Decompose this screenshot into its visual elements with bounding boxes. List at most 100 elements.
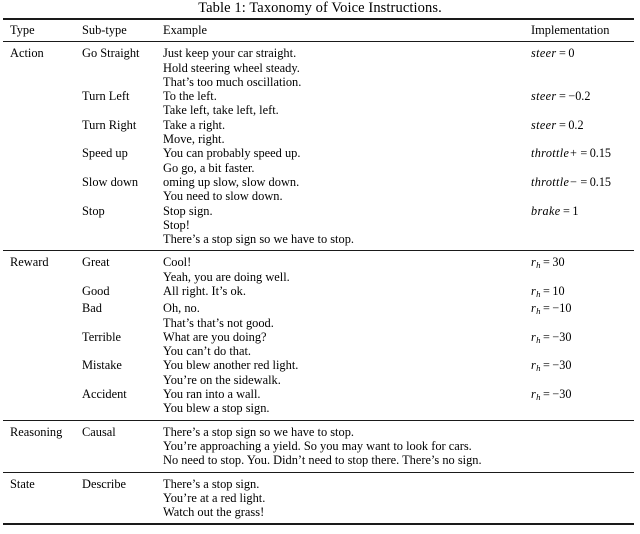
cell-subtype: Terrible <box>82 329 122 344</box>
cell-type <box>3 204 82 251</box>
example-line: You’re at a red light. <box>163 490 266 505</box>
example-line: Just keep your car straight. <box>163 46 297 61</box>
cell-subtype: Bad <box>82 301 102 316</box>
cell-implementation: steer = −0.2 <box>531 89 591 104</box>
cell-implementation: rh = 30 <box>531 255 565 271</box>
example-line: You blew a stop sign. <box>163 401 270 416</box>
example-line: Stop! <box>163 217 190 232</box>
cell-implementation: throttle− = 0.15 <box>531 174 612 189</box>
example-line: Oh, no. <box>163 301 200 316</box>
table-row: Turn Right Take a right. Move, right. steer… <box>3 118 634 147</box>
cell-examples: You can probably speed up. Go go, a bit f… <box>163 146 531 175</box>
cell-subtype: Accident <box>82 387 127 402</box>
table-bottom-rule <box>3 523 634 527</box>
cell-type <box>3 175 82 204</box>
example-line: oming up slow, slow down. <box>163 174 300 189</box>
cell-subtype: Great <box>82 255 110 270</box>
cell-subtype: Stop <box>82 203 105 218</box>
example-line: There’s a stop sign so we have to stop. <box>163 232 354 247</box>
cell-examples: You ran into a wall. You blew a stop sign… <box>163 387 531 420</box>
table-row: Bad Oh, no. That’s that’s not good. rh = −10 <box>3 301 634 330</box>
example-line: Yeah, you are doing well. <box>163 269 290 284</box>
table-body: Type Sub-type Example Implementation Action G… <box>3 18 634 527</box>
example-line: That’s too much oscillation. <box>163 74 302 89</box>
table-row: Action Go Straight Just keep your car stra… <box>3 42 634 89</box>
cell-type <box>3 358 82 387</box>
cell-examples: Oh, no. That’s that’s not good. <box>163 301 531 330</box>
taxonomy-table: Type Sub-type Example Implementation Action G… <box>3 18 634 527</box>
cell-examples: There’s a stop sign so we have to stop. Y… <box>163 421 531 472</box>
cell-implementation: brake = 1 <box>531 203 579 218</box>
table-figure-page: Table 1: Taxonomy of Voice Instructions.… <box>0 0 640 534</box>
example-line: Hold steering wheel steady. <box>163 60 300 75</box>
cell-implementation: rh = −30 <box>531 387 572 402</box>
cell-implementation <box>531 473 634 525</box>
cell-subtype: Go Straight <box>82 46 140 61</box>
cell-subtype: Causal <box>82 424 116 439</box>
table-row: Mistake You blew another red light. You’re… <box>3 358 634 387</box>
header-subtype: Sub-type <box>82 23 127 37</box>
cell-implementation: steer = 0 <box>531 46 575 61</box>
cell-examples: oming up slow, slow down. You need to slo… <box>163 175 531 204</box>
example-line: Move, right. <box>163 132 225 147</box>
example-line: You need to slow down. <box>163 189 283 204</box>
example-line: You can’t do that. <box>163 344 251 359</box>
example-line: You blew another red light. <box>163 358 299 373</box>
cell-implementation: rh = −10 <box>531 301 572 317</box>
cell-subtype: Slow down <box>82 174 139 189</box>
cell-subtype: Good <box>82 284 110 299</box>
example-line: To the left. <box>163 89 217 104</box>
example-line: You’re on the sidewalk. <box>163 372 281 387</box>
cell-type <box>3 89 82 118</box>
example-line: Take a right. <box>163 117 226 132</box>
example-line: All right. It’s ok. <box>163 284 246 299</box>
cell-type <box>3 330 82 359</box>
cell-type <box>3 284 82 301</box>
example-line: You ran into a wall. <box>163 387 261 402</box>
example-line: Cool! <box>163 255 192 270</box>
table-row: Good All right. It’s ok. rh = 10 <box>3 284 634 301</box>
example-line: What are you doing? <box>163 329 267 344</box>
example-line: You can probably speed up. <box>163 146 301 161</box>
cell-type <box>3 146 82 175</box>
cell-examples: There’s a stop sign. You’re at a red ligh… <box>163 473 531 525</box>
cell-type: Reasoning <box>10 424 63 439</box>
example-line: Take left, take left, left. <box>163 103 279 118</box>
cell-implementation: rh = −30 <box>531 358 572 374</box>
cell-examples: To the left. Take left, take left, left. <box>163 89 531 118</box>
cell-type: State <box>10 476 35 491</box>
cell-implementation: throttle+ = 0.15 <box>531 146 612 161</box>
cell-examples: What are you doing? You can’t do that. <box>163 330 531 359</box>
example-line: You’re approaching a yield. So you may w… <box>163 438 472 453</box>
cell-type: Reward <box>10 255 49 270</box>
table-row: Accident You ran into a wall. You blew a s… <box>3 387 634 420</box>
table-row: Stop Stop sign. Stop! There’s a stop sign s… <box>3 204 634 251</box>
cell-examples: You blew another red light. You’re on the… <box>163 358 531 387</box>
table-caption: Table 1: Taxonomy of Voice Instructions. <box>198 0 442 16</box>
cell-implementation <box>531 421 634 472</box>
cell-examples: Cool! Yeah, you are doing well. <box>163 251 531 284</box>
cell-subtype: Turn Left <box>82 89 130 104</box>
table-row: Reasoning Causal There’s a stop sign so we… <box>3 421 634 472</box>
cell-examples: All right. It’s ok. <box>163 284 531 301</box>
example-line: That’s that’s not good. <box>163 315 274 330</box>
cell-type <box>3 387 82 420</box>
header-example: Example <box>163 23 208 37</box>
cell-implementation: rh = 10 <box>531 284 565 299</box>
example-line: Watch out the grass! <box>163 505 265 520</box>
cell-examples: Take a right. Move, right. <box>163 118 531 147</box>
cell-implementation: rh = −30 <box>531 329 572 345</box>
cell-examples: Just keep your car straight. Hold steerin… <box>163 42 531 89</box>
cell-type <box>3 118 82 147</box>
header-implementation: Implementation <box>531 23 610 37</box>
example-line: There’s a stop sign so we have to stop. <box>163 424 354 439</box>
cell-subtype: Speed up <box>82 146 128 161</box>
cell-subtype: Describe <box>82 476 127 491</box>
example-line: Go go, a bit faster. <box>163 160 255 175</box>
table-row: Speed up You can probably speed up. Go go,… <box>3 146 634 175</box>
table-row: Turn Left To the left. Take left, take lef… <box>3 89 634 118</box>
table-row: Slow down oming up slow, slow down. You ne… <box>3 175 634 204</box>
cell-implementation: steer = 0.2 <box>531 117 584 132</box>
header-type: Type <box>10 23 35 37</box>
table-header-row: Type Sub-type Example Implementation <box>3 20 634 42</box>
